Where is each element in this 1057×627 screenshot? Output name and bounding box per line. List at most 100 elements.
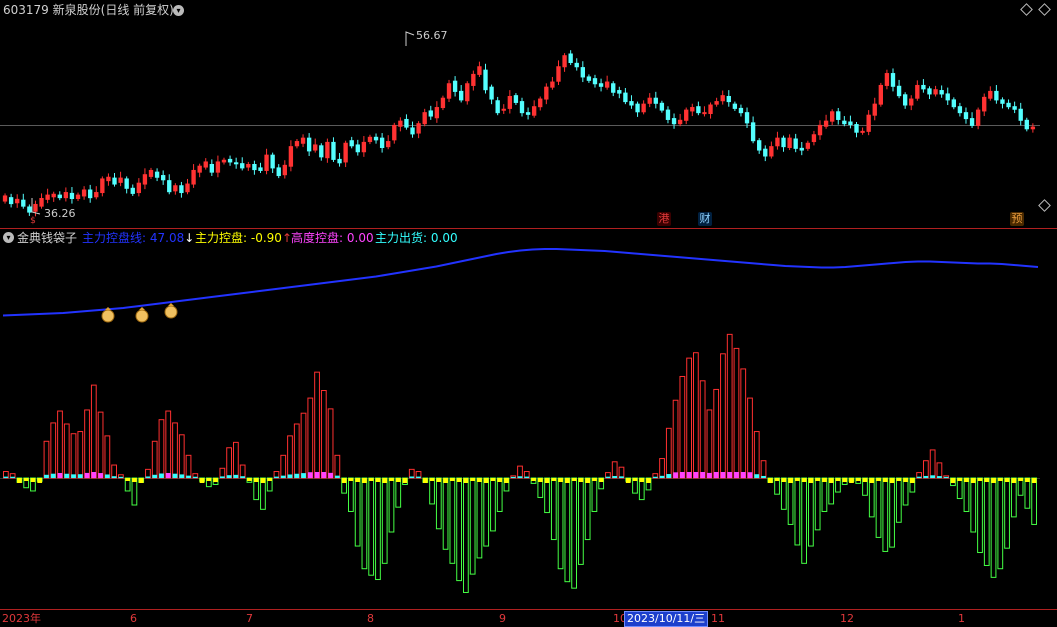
- histogram-bar: [151, 440, 158, 479]
- histogram-bar: [1004, 477, 1010, 549]
- candle: [136, 182, 142, 194]
- histogram-base-bar: [287, 474, 293, 478]
- main-control-line-series: [2, 248, 1039, 317]
- forecast-tag[interactable]: 预: [1010, 212, 1024, 226]
- histogram-base-bar: [774, 478, 780, 481]
- candle: [191, 169, 196, 185]
- candle: [355, 144, 360, 153]
- candle: [653, 97, 658, 104]
- histogram-base-bar: [470, 478, 476, 481]
- indicator-name[interactable]: 金典钱袋子: [17, 231, 77, 245]
- stock-code: 603179: [3, 3, 49, 17]
- dividend-tag[interactable]: $: [28, 216, 38, 226]
- histogram-bar: [435, 477, 442, 530]
- histogram-base-bar: [930, 475, 936, 478]
- histogram-base-bar: [842, 478, 848, 482]
- histogram-base-bar: [233, 474, 239, 478]
- candle: [386, 141, 391, 148]
- candle: [793, 138, 798, 149]
- histogram-base-bar: [375, 478, 381, 482]
- money-bag-icon: [135, 307, 149, 323]
- candle: [641, 103, 646, 113]
- histogram-base-bar: [172, 473, 178, 478]
- histogram-bar: [63, 423, 70, 479]
- histogram-base-bar: [957, 478, 963, 481]
- histogram-bar: [544, 477, 550, 514]
- candle: [94, 192, 99, 198]
- histogram-base-bar: [517, 476, 523, 478]
- histogram-base-bar: [274, 476, 279, 478]
- histogram-bar: [368, 477, 375, 576]
- histogram-base-bar: [876, 478, 881, 481]
- histogram-base-bar: [592, 478, 597, 481]
- candle: [27, 206, 32, 213]
- histogram-base-bar: [977, 478, 983, 481]
- histogram-bar: [239, 464, 246, 479]
- chevron-down-icon[interactable]: ▾: [173, 5, 184, 16]
- histogram-base-bar: [747, 472, 753, 478]
- histogram-bar: [713, 388, 720, 479]
- candle: [361, 141, 367, 153]
- histogram-bar: [354, 477, 361, 547]
- candle: [568, 53, 573, 63]
- histogram-base-bar: [537, 478, 543, 482]
- candle: [489, 86, 494, 100]
- line4-label: 主力出货:: [375, 231, 428, 245]
- candle: [696, 106, 701, 114]
- candle: [63, 192, 69, 199]
- candle: [325, 141, 330, 159]
- candle: [51, 193, 56, 198]
- histogram-base-bar: [362, 478, 367, 483]
- candle: [288, 146, 294, 167]
- candle: [471, 73, 476, 86]
- histogram-base-bar: [402, 478, 408, 483]
- candle: [477, 66, 482, 75]
- histogram-bar: [476, 477, 483, 559]
- histogram-base-bar: [713, 472, 719, 478]
- candle: [975, 109, 981, 126]
- histogram-base-bar: [652, 476, 658, 478]
- candle: [866, 114, 871, 132]
- histogram-bar: [808, 477, 814, 547]
- histogram-bar: [889, 477, 895, 548]
- candle: [215, 161, 221, 173]
- histogram-base-bar: [619, 476, 624, 478]
- candle: [604, 81, 610, 88]
- financial-report-tag[interactable]: 财: [698, 212, 712, 226]
- histogram-bar: [794, 477, 801, 546]
- histogram-base-bar: [294, 473, 300, 478]
- histogram-base-bar: [531, 478, 536, 481]
- histogram-bar: [882, 477, 889, 552]
- x-axis-label-jul: 7: [246, 612, 253, 625]
- histogram-base-bar: [389, 478, 394, 481]
- histogram-base-bar: [186, 475, 191, 478]
- histogram-bar: [388, 477, 395, 533]
- indicator-menu-icon[interactable]: ▾: [3, 232, 14, 243]
- candle: [872, 103, 877, 116]
- candle: [842, 120, 847, 125]
- histogram-base-bar: [1004, 478, 1010, 482]
- candle: [227, 158, 233, 163]
- histogram-base-bar: [510, 476, 516, 478]
- candle: [331, 141, 336, 160]
- histogram-base-bar: [138, 478, 144, 483]
- hk-connect-tag[interactable]: 港: [657, 212, 671, 226]
- histogram-base-bar: [253, 478, 259, 482]
- candle: [945, 93, 950, 101]
- candle: [465, 83, 470, 102]
- candle: [495, 100, 500, 114]
- histogram-bar: [226, 447, 232, 479]
- chart-canvas[interactable]: [0, 0, 1057, 626]
- candle: [501, 108, 506, 111]
- indicator-line4: 主力出货: 0.00: [375, 231, 458, 245]
- histogram-bar: [780, 477, 787, 510]
- candle: [173, 185, 178, 192]
- candle: [185, 183, 190, 193]
- histogram-base-bar: [815, 478, 821, 481]
- histogram-base-bar: [44, 474, 49, 478]
- histogram-base-bar: [909, 478, 915, 483]
- candle: [823, 120, 829, 127]
- histogram-base-bar: [57, 472, 63, 478]
- histogram-base-bar: [368, 478, 374, 481]
- candle: [416, 123, 421, 134]
